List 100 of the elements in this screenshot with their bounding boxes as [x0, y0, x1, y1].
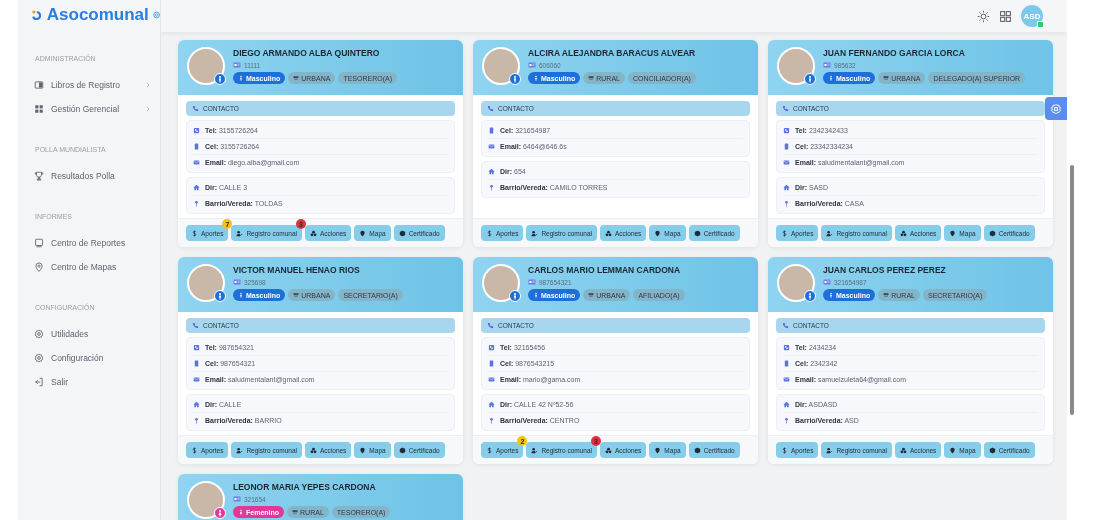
pin-icon — [488, 184, 495, 191]
apps-button[interactable] — [999, 9, 1012, 23]
envelope-icon — [488, 143, 495, 150]
dollar-icon — [486, 446, 493, 454]
phone-icon — [783, 127, 790, 134]
sign-icon — [292, 509, 299, 515]
sidebar-item[interactable]: Resultados Polla — [32, 164, 152, 188]
female-icon — [238, 509, 244, 515]
sidebar-item[interactable]: Salir — [32, 370, 152, 394]
user-edit-icon — [826, 446, 834, 454]
sign-icon — [293, 292, 300, 298]
pin-icon — [783, 200, 790, 207]
theme-toggle-button[interactable] — [977, 9, 990, 23]
sidebar-item[interactable]: Configuración — [32, 346, 152, 370]
id-card-icon — [823, 278, 831, 286]
phone-icon — [783, 344, 790, 351]
settings-button[interactable] — [1045, 97, 1067, 120]
mobile-phone-icon — [193, 360, 200, 367]
pin-icon — [488, 417, 495, 424]
sidebar-item[interactable]: Gestión Gerencial — [32, 97, 152, 121]
grid-icon — [34, 104, 44, 114]
phone-icon — [487, 105, 494, 112]
member-name: JUAN FERNANDO GARCIA LORCA — [823, 48, 966, 58]
sidebar-item[interactable]: Utilidades — [32, 322, 152, 346]
envelope-icon — [783, 159, 790, 166]
settings-icon — [34, 329, 44, 339]
seal-icon — [398, 229, 406, 237]
dollar-icon — [191, 446, 198, 454]
scrollbar[interactable] — [1070, 165, 1074, 415]
house-icon — [783, 401, 790, 408]
envelope-icon — [193, 159, 200, 166]
user-edit-icon — [236, 229, 244, 237]
target-icon — [152, 10, 160, 20]
member-name: LEONOR MARIA YEPES CARDONA — [233, 482, 377, 492]
circles-icon — [605, 446, 612, 454]
book-icon — [34, 80, 44, 90]
sidebar-item[interactable]: Centro de Reportes — [32, 231, 152, 255]
house-icon — [193, 184, 200, 191]
male-icon — [828, 75, 834, 81]
house-icon — [488, 168, 495, 175]
member-name: ALCIRA ALEJANDRA BARACUS ALVEAR — [528, 48, 696, 58]
map-pin-icon — [359, 229, 367, 237]
user-edit-icon — [531, 229, 539, 237]
sign-icon — [293, 75, 300, 81]
photo-placeholder — [482, 264, 520, 302]
male-icon — [238, 75, 244, 81]
phone-icon — [192, 322, 199, 329]
seal-icon — [988, 229, 996, 237]
phone-icon — [782, 105, 789, 112]
pin-icon — [193, 200, 200, 207]
id-card-icon — [233, 278, 241, 286]
male-icon — [533, 292, 539, 298]
map-pin-icon — [949, 446, 957, 454]
user-edit-icon — [531, 446, 539, 454]
house-icon — [488, 401, 495, 408]
settings-icon — [34, 353, 44, 363]
user-edit-icon — [236, 446, 244, 454]
trophy-icon — [34, 171, 44, 181]
circles-icon — [310, 446, 317, 454]
phone-icon — [192, 105, 199, 112]
map-pin-icon — [949, 229, 957, 237]
map-pin-icon — [359, 446, 367, 454]
envelope-icon — [488, 376, 495, 383]
photo-placeholder — [187, 264, 225, 302]
phone-icon — [487, 322, 494, 329]
monitor-icon — [34, 238, 44, 248]
sun-icon — [977, 9, 990, 23]
user-edit-icon — [826, 229, 834, 237]
mobile-phone-icon — [783, 143, 790, 150]
map-pin-icon — [34, 262, 44, 272]
seal-icon — [398, 446, 406, 454]
male-icon — [533, 75, 539, 81]
map-pin-icon — [654, 229, 662, 237]
brand-name: Asocomunal — [46, 5, 149, 25]
settings-icon — [1050, 102, 1062, 115]
id-card-icon — [528, 61, 536, 69]
phone-icon — [193, 344, 200, 351]
dollar-icon — [781, 229, 788, 237]
envelope-icon — [783, 376, 790, 383]
mobile-phone-icon — [193, 143, 200, 150]
seal-icon — [693, 446, 701, 454]
sign-icon — [588, 292, 595, 298]
id-card-icon — [233, 495, 241, 503]
pin-icon — [783, 417, 790, 424]
phone-icon — [193, 127, 200, 134]
sidebar-item[interactable]: Libros de Registro — [32, 73, 152, 97]
sign-icon — [883, 75, 890, 81]
sidebar-item[interactable]: Centro de Mapas — [32, 255, 152, 279]
photo-placeholder — [482, 47, 520, 85]
photo-placeholder — [187, 481, 225, 519]
dollar-icon — [191, 229, 198, 237]
logout-icon — [34, 377, 44, 387]
user-initials: ASD — [1023, 11, 1041, 21]
house-icon — [193, 401, 200, 408]
map-pin-icon — [654, 446, 662, 454]
circles-icon — [605, 229, 612, 237]
envelope-icon — [193, 376, 200, 383]
seal-icon — [988, 446, 996, 454]
dollar-icon — [781, 446, 788, 454]
dollar-icon — [486, 229, 493, 237]
